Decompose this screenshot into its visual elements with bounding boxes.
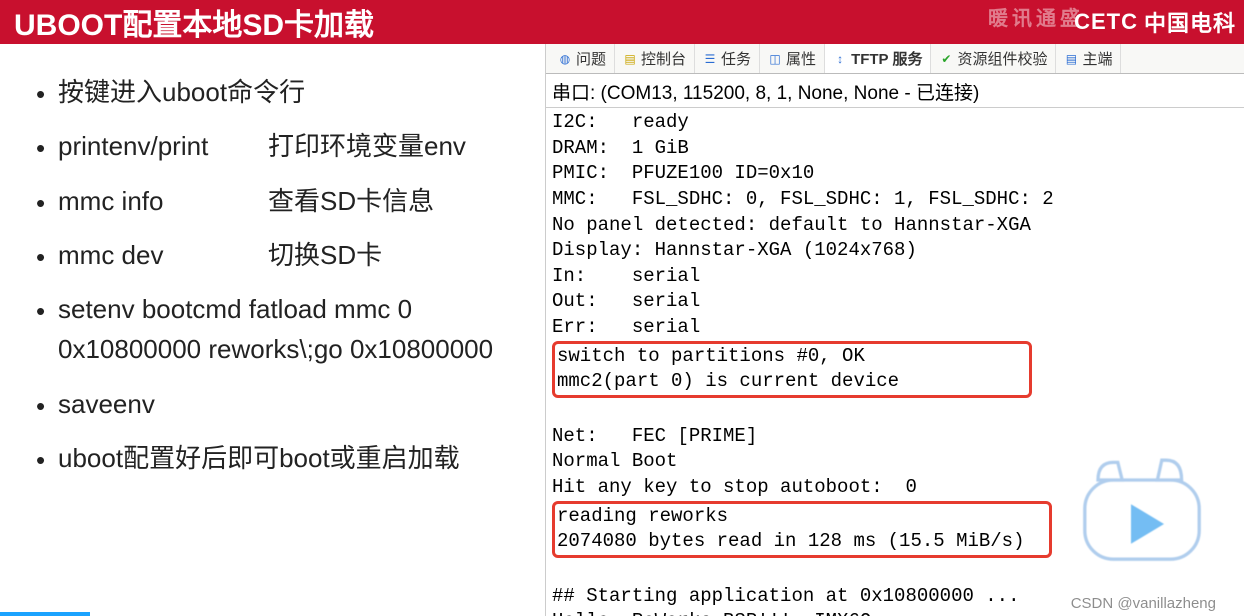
tab-label: 主端 [1082, 48, 1112, 69]
watermark-text: CSDN @vanillazheng [1071, 595, 1216, 612]
tab-icon: ▤ [1064, 52, 1078, 66]
tab-icon: ▤ [623, 52, 637, 66]
bullet-item: setenv bootcmd fatload mmc 0 0x10800000 … [36, 289, 539, 370]
tab-label: 问题 [576, 48, 606, 69]
bullet-command: printenv/print [58, 126, 268, 166]
tab-label: 资源组件校验 [957, 48, 1047, 69]
bullet-item: 按键进入uboot命令行 [36, 72, 539, 112]
ide-tab[interactable]: ↕ TFTP 服务 [825, 44, 931, 73]
ide-tab[interactable]: ◍ 问题 [550, 44, 615, 73]
ide-tab[interactable]: ◫ 属性 [760, 44, 825, 73]
tab-icon: ✔ [939, 52, 953, 66]
ide-tab[interactable]: ▤ 控制台 [615, 44, 695, 73]
console-highlight: reading reworks 2074080 bytes read in 12… [552, 501, 1052, 558]
slide-header: UBOOT配置本地SD卡加载 CETC 中国电科 暖讯通盛 [0, 0, 1244, 44]
bullet-item: printenv/print打印环境变量env [36, 126, 539, 166]
console-highlight: switch to partitions #0, OK mmc2(part 0)… [552, 341, 1032, 398]
bullet-item: saveenv [36, 384, 539, 424]
bullet-description: 切换SD卡 [268, 240, 382, 270]
bullet-command: mmc dev [58, 235, 268, 275]
tab-icon: ☰ [703, 52, 717, 66]
bullet-description: 打印环境变量env [268, 131, 466, 161]
bullet-item: uboot配置好后即可boot或重启加载 [36, 438, 539, 478]
tab-label: 任务 [721, 48, 751, 69]
video-progress-bar[interactable] [0, 612, 90, 616]
serial-status: 串口: (COM13, 115200, 8, 1, None, None - 已… [546, 74, 1244, 108]
ide-tab[interactable]: ▤ 主端 [1056, 44, 1121, 73]
tab-icon: ◍ [558, 52, 572, 66]
brand-sub-overlay: 暖讯通盛 [988, 2, 1084, 31]
bullet-item: mmc dev切换SD卡 [36, 235, 539, 275]
tab-icon: ↕ [833, 52, 847, 66]
tab-label: TFTP 服务 [851, 48, 922, 69]
slide-title: UBOOT配置本地SD卡加载 [14, 0, 374, 44]
ide-tab[interactable]: ✔ 资源组件校验 [931, 44, 1056, 73]
bullet-panel: 按键进入uboot命令行printenv/print打印环境变量envmmc i… [0, 44, 545, 616]
tab-label: 控制台 [641, 48, 686, 69]
video-play-overlay[interactable] [1072, 458, 1212, 568]
ide-tabs: ◍ 问题 ▤ 控制台 ☰ 任务 ◫ 属性 ↕ TFTP 服务 ✔ 资源组件校验 ▤ 主端 [546, 44, 1244, 74]
brand-block: CETC 中国电科 [1074, 6, 1236, 38]
tab-icon: ◫ [768, 52, 782, 66]
bullet-list: 按键进入uboot命令行printenv/print打印环境变量envmmc i… [36, 72, 539, 478]
brand-text: 中国电科 [1144, 6, 1236, 38]
tab-label: 属性 [786, 48, 816, 69]
bullet-command: mmc info [58, 181, 268, 221]
main-content: 按键进入uboot命令行printenv/print打印环境变量envmmc i… [0, 44, 1244, 616]
ide-tab[interactable]: ☰ 任务 [695, 44, 760, 73]
bullet-item: mmc info查看SD卡信息 [36, 181, 539, 221]
bullet-description: 查看SD卡信息 [268, 186, 434, 216]
